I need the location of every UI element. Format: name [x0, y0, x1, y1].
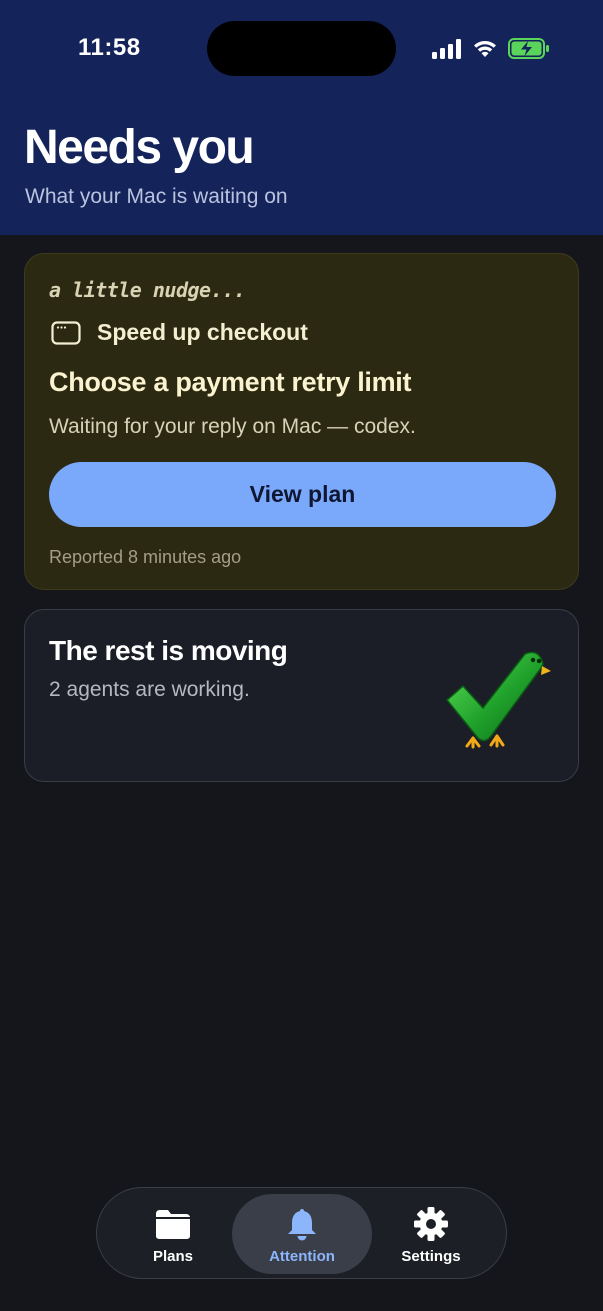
tab-bar: Plans Attention Settings [96, 1187, 507, 1279]
page-title: Needs you [24, 121, 255, 174]
tab-attention[interactable]: Attention [232, 1194, 372, 1274]
question-title: Choose a payment retry limit [49, 367, 412, 397]
wifi-icon [474, 40, 496, 57]
reported-timestamp: Reported 8 minutes ago [49, 547, 242, 567]
bell-icon [288, 1209, 316, 1241]
tab-attention-label: Attention [269, 1248, 335, 1265]
rest-title: The rest is moving [49, 635, 288, 666]
rest-card[interactable]: The rest is moving 2 agents are working. [24, 609, 579, 782]
header: 11:58 Needs you What your Mac is waiting… [0, 0, 603, 235]
status-time: 11:58 [78, 34, 141, 61]
gear-icon [414, 1207, 448, 1241]
waiting-text: Waiting for your reply on Mac — codex. [49, 415, 416, 438]
rest-subtitle: 2 agents are working. [49, 678, 250, 701]
page-subtitle: What your Mac is waiting on [25, 185, 288, 208]
tab-plans[interactable]: Plans [103, 1194, 243, 1274]
status-bar: 11:58 [0, 0, 603, 100]
dynamic-island [207, 21, 396, 76]
folder-icon [156, 1210, 190, 1239]
tab-settings-label: Settings [401, 1248, 461, 1265]
checkmark-bird-icon [445, 651, 551, 749]
tab-settings[interactable]: Settings [361, 1194, 501, 1274]
nudge-card: a little nudge... Speed up checkout Choo… [24, 253, 579, 590]
nudge-kicker: a little nudge... [49, 278, 246, 302]
plan-name: Speed up checkout [97, 319, 308, 345]
view-plan-button[interactable]: View plan [49, 462, 556, 527]
window-icon [51, 321, 81, 345]
cellular-signal-icon [432, 39, 461, 59]
battery-charging-icon [508, 38, 549, 59]
tab-plans-label: Plans [152, 1248, 194, 1265]
